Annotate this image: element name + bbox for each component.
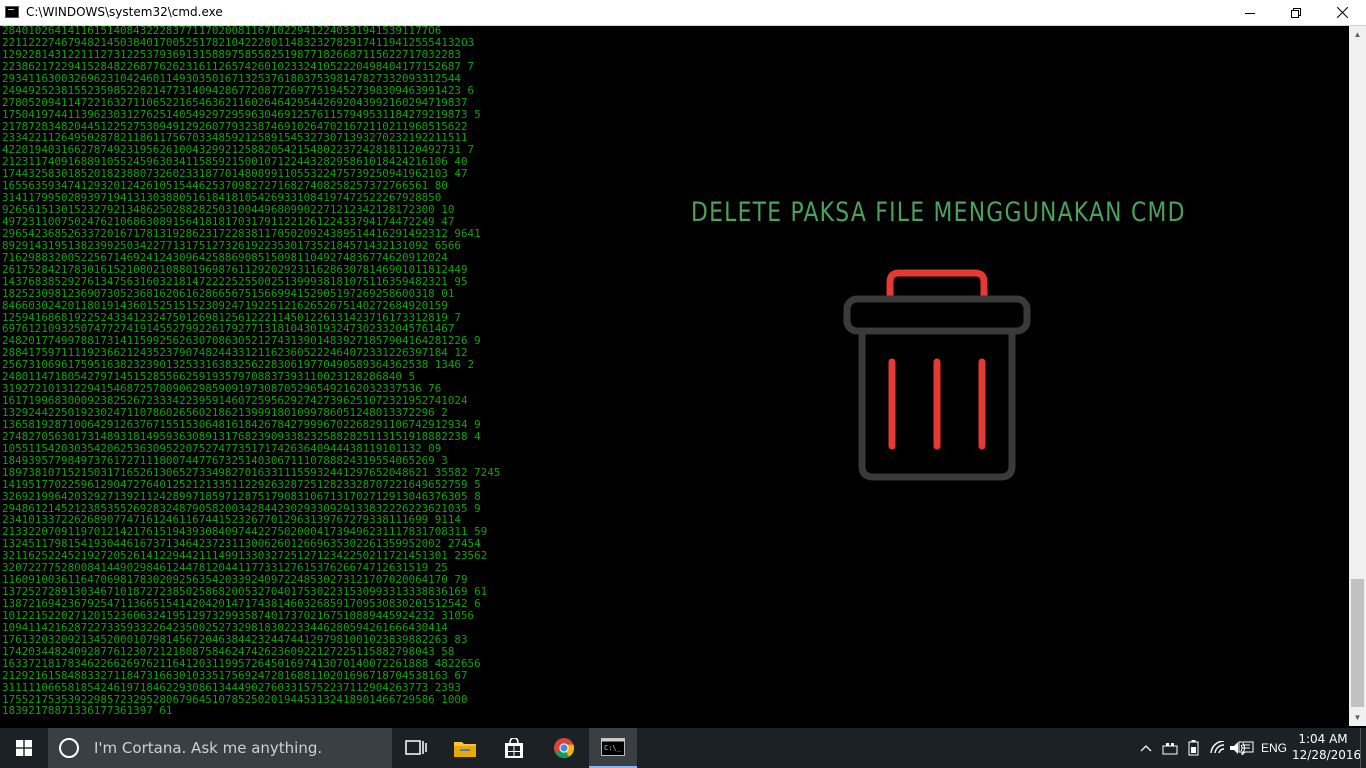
- console-line: 2617528421783016152108021088019698761129…: [2, 262, 468, 276]
- language-indicator[interactable]: ENG: [1261, 728, 1287, 768]
- console-line: 18392178871336177361397 61: [2, 704, 173, 718]
- cmd-taskbar-button[interactable]: C:\_: [589, 728, 637, 768]
- action-center-tray[interactable]: [1238, 728, 1254, 768]
- show-desktop-button[interactable]: [1360, 728, 1366, 768]
- console-text: 2840102641411615140843222837711702008116…: [2, 26, 500, 717]
- restore-icon: [1291, 7, 1301, 18]
- task-view-icon: [405, 740, 427, 755]
- file-explorer-icon: [454, 742, 476, 757]
- console-line: 2780520941147221632711065221654636211602…: [2, 95, 468, 109]
- clock-time: 1:04 AM: [1298, 732, 1348, 746]
- overlay-title: DELETE PAKSA FILE MENGGUNAKAN CMD: [691, 197, 1186, 228]
- console-output[interactable]: 2840102641411615140843222837711702008116…: [0, 26, 1349, 726]
- search-placeholder: I'm Cortana. Ask me anything.: [94, 739, 323, 757]
- task-view-button[interactable]: [392, 728, 440, 768]
- cmd-app-icon[interactable]: [5, 6, 19, 18]
- console-line: 1849395779849737617271118007447767325140…: [2, 453, 448, 467]
- scroll-up-arrow-icon[interactable]: ▲: [1349, 26, 1366, 43]
- windows-logo-icon: [16, 740, 32, 756]
- console-line: 1055115420303542062536309522075274773517…: [2, 441, 442, 455]
- restore-button[interactable]: [1273, 0, 1319, 25]
- battery-tray[interactable]: [1187, 728, 1201, 768]
- console-line: 3269219964203292713921124289971859712875…: [2, 489, 481, 503]
- file-explorer-button[interactable]: [441, 728, 489, 768]
- console-line: 1419517702259612904727640125212133511229…: [2, 477, 481, 491]
- console-line: 3111110665818542461971846229308613444902…: [2, 680, 461, 694]
- console-line: 1761320320921345200010798145672046384423…: [2, 632, 468, 646]
- store-button[interactable]: [490, 728, 538, 768]
- scroll-down-arrow-icon[interactable]: ▼: [1349, 709, 1366, 726]
- scrollbar-thumb[interactable]: [1351, 579, 1364, 707]
- system-clock[interactable]: 1:04 AM 12/28/2016: [1292, 731, 1362, 763]
- title-bar[interactable]: C:\WINDOWS\system32\cmd.exe: [0, 0, 1366, 26]
- close-icon: [1336, 7, 1348, 18]
- console-line: 1437683852927613475631603218147222252550…: [2, 274, 468, 288]
- console-line: 1825230981236907305236816206162866567515…: [2, 286, 455, 300]
- chrome-button[interactable]: [540, 728, 588, 768]
- console-line: 1633721817834622662697621164120311995726…: [2, 656, 481, 670]
- console-line: 2494925238155235985228214773140942867720…: [2, 83, 475, 97]
- show-hidden-icons-button[interactable]: [1140, 728, 1152, 768]
- window-title: C:\WINDOWS\system32\cmd.exe: [26, 5, 223, 19]
- console-line: 1750419744113962303127625140549297295963…: [2, 107, 481, 121]
- console-line: 2238621722941528482268776262316112657426…: [2, 59, 475, 73]
- console-line: 8466030242011801914360152515152309247192…: [2, 298, 448, 312]
- minimize-button[interactable]: [1227, 0, 1273, 25]
- console-line: 2934116300326962310424601149303501671325…: [2, 71, 461, 85]
- clock-date: 12/28/2016: [1292, 748, 1362, 762]
- cortana-icon: [59, 738, 79, 758]
- network-adapter-icon: [1162, 743, 1178, 755]
- action-center-icon: [1238, 741, 1254, 755]
- trash-can-icon: [843, 269, 1031, 481]
- wifi-tray[interactable]: [1209, 728, 1227, 768]
- vertical-scrollbar[interactable]: ▲ ▼: [1349, 26, 1366, 726]
- console-line: 7162988320052256714692412430964258869085…: [2, 250, 448, 264]
- cortana-search-box[interactable]: I'm Cortana. Ask me anything.: [48, 728, 392, 768]
- minimize-icon: [1245, 12, 1255, 14]
- console-line: 1742034482409287761230721218087584624742…: [2, 644, 455, 658]
- battery-icon: [1188, 740, 1199, 756]
- cmd-icon: C:\_: [601, 738, 625, 756]
- wifi-icon: [1210, 741, 1225, 754]
- close-button[interactable]: [1319, 0, 1365, 25]
- console-line: 1897381071521503171652613065273349827016…: [2, 465, 501, 479]
- start-button[interactable]: [0, 728, 48, 768]
- console-line: 2129216158488332711847316630103351756924…: [2, 668, 468, 682]
- taskbar: I'm Cortana. Ask me anything. C:\_ ENG 1…: [0, 728, 1366, 768]
- network-adapter-tray[interactable]: [1161, 728, 1179, 768]
- store-icon: [505, 738, 523, 758]
- svg-text:C:\_: C:\_: [604, 744, 622, 752]
- chevron-up-icon: [1140, 745, 1152, 752]
- chrome-icon: [554, 738, 575, 759]
